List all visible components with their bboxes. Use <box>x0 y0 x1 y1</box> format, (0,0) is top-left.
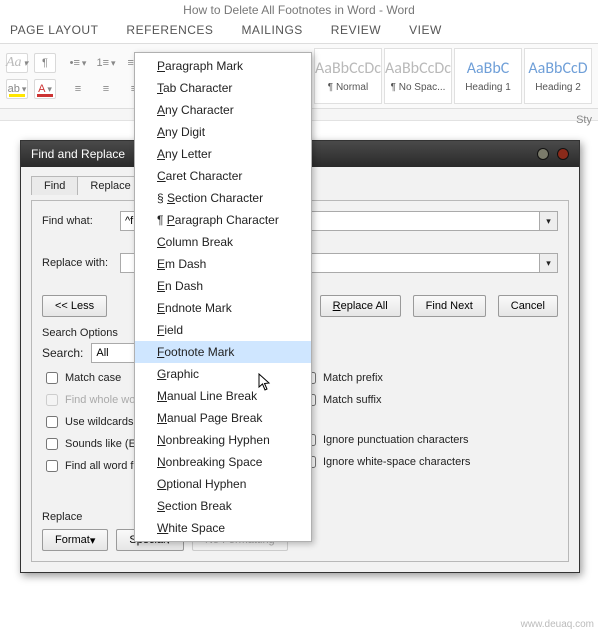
find-what-label: Find what: <box>42 215 120 227</box>
special-item--section-character[interactable]: § Section Character <box>135 187 311 209</box>
word-forms-check[interactable] <box>46 460 58 472</box>
replace-with-dropdown[interactable]: ▾ <box>540 253 558 273</box>
tab-references[interactable]: REFERENCES <box>126 23 213 37</box>
align-center-button[interactable]: ≡ <box>94 79 118 99</box>
font-color-button[interactable]: A▾ <box>34 79 56 99</box>
watermark: www.deuaq.com <box>521 619 594 630</box>
special-item-manual-line-break[interactable]: Manual Line Break <box>135 385 311 407</box>
special-item-optional-hyphen[interactable]: Optional Hyphen <box>135 473 311 495</box>
numbering-button[interactable]: 1≡▾ <box>94 53 118 73</box>
special-item-graphic[interactable]: Graphic <box>135 363 311 385</box>
special-characters-menu[interactable]: Paragraph MarkTab CharacterAny Character… <box>134 52 312 542</box>
tab-mailings[interactable]: MAILINGS <box>241 23 302 37</box>
replace-all-button[interactable]: Replace All <box>320 295 401 317</box>
styles-group-label: Sty <box>576 114 592 126</box>
align-left-button[interactable]: ≡ <box>66 79 90 99</box>
search-scope-label: Search: <box>42 346 83 360</box>
find-next-button[interactable]: Find Next <box>413 295 486 317</box>
dialog-title-text: Find and Replace <box>31 147 125 161</box>
ribbon-tabs: PAGE LAYOUT REFERENCES MAILINGS REVIEW V… <box>0 19 598 43</box>
special-item-section-break[interactable]: Section Break <box>135 495 311 517</box>
cancel-button[interactable]: Cancel <box>498 295 558 317</box>
whole-word-check <box>46 394 58 406</box>
special-item-en-dash[interactable]: En Dash <box>135 275 311 297</box>
special-item-tab-character[interactable]: Tab Character <box>135 77 311 99</box>
tab-view[interactable]: VIEW <box>409 23 442 37</box>
special-item-manual-page-break[interactable]: Manual Page Break <box>135 407 311 429</box>
tab-review[interactable]: REVIEW <box>331 23 381 37</box>
special-item-column-break[interactable]: Column Break <box>135 231 311 253</box>
special-item-em-dash[interactable]: Em Dash <box>135 253 311 275</box>
style-heading1[interactable]: AaBbC Heading 1 <box>454 48 522 104</box>
bullets-button[interactable]: •≡▾ <box>66 53 90 73</box>
style-no-spacing[interactable]: AaBbCcDc ¶ No Spac... <box>384 48 452 104</box>
style-gallery: AaBbCcDc ¶ Normal AaBbCcDc ¶ No Spac... … <box>314 48 592 104</box>
match-case-check[interactable] <box>46 372 58 384</box>
special-item-white-space[interactable]: White Space <box>135 517 311 539</box>
special-item-nonbreaking-hyphen[interactable]: Nonbreaking Hyphen <box>135 429 311 451</box>
find-what-dropdown[interactable]: ▾ <box>540 211 558 231</box>
style-heading2[interactable]: AaBbCcD Heading 2 <box>524 48 592 104</box>
special-item-footnote-mark[interactable]: Footnote Mark <box>135 341 311 363</box>
special-item-caret-character[interactable]: Caret Character <box>135 165 311 187</box>
format-button[interactable]: Format ▾ <box>42 529 108 551</box>
close-icon[interactable] <box>557 148 569 160</box>
sounds-like-check[interactable] <box>46 438 58 450</box>
replace-with-label: Replace with: <box>42 257 120 269</box>
special-item-endnote-mark[interactable]: Endnote Mark <box>135 297 311 319</box>
wildcards-check[interactable] <box>46 416 58 428</box>
minimize-icon[interactable] <box>537 148 549 160</box>
special-item-paragraph-mark[interactable]: Paragraph Mark <box>135 55 311 77</box>
clear-formatting-button[interactable]: ¶ <box>34 53 56 73</box>
special-item-any-letter[interactable]: Any Letter <box>135 143 311 165</box>
window-title: How to Delete All Footnotes in Word - Wo… <box>0 0 598 19</box>
font-picker[interactable]: Aa▾ <box>6 53 28 73</box>
special-item-any-digit[interactable]: Any Digit <box>135 121 311 143</box>
special-item-field[interactable]: Field <box>135 319 311 341</box>
tab-page-layout[interactable]: PAGE LAYOUT <box>10 23 98 37</box>
style-normal[interactable]: AaBbCcDc ¶ Normal <box>314 48 382 104</box>
special-item--paragraph-character[interactable]: ¶ Paragraph Character <box>135 209 311 231</box>
less-button[interactable]: << Less <box>42 295 107 317</box>
highlight-color-button[interactable]: ab▾ <box>6 79 28 99</box>
special-item-nonbreaking-space[interactable]: Nonbreaking Space <box>135 451 311 473</box>
special-item-any-character[interactable]: Any Character <box>135 99 311 121</box>
tab-find[interactable]: Find <box>31 176 77 195</box>
